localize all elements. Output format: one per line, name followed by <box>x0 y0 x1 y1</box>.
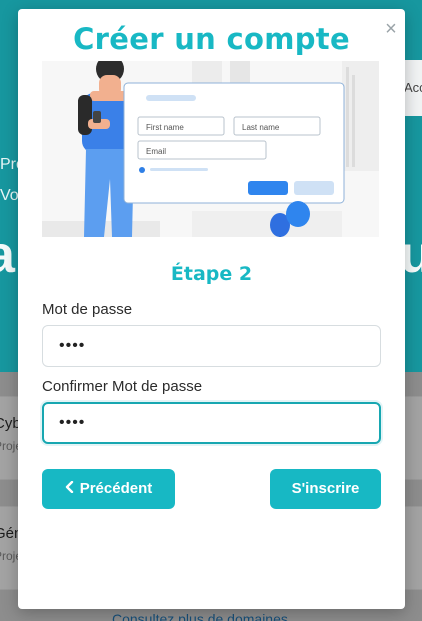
previous-button[interactable]: Précédent <box>42 469 175 509</box>
more-domains-link[interactable]: Consultez plus de domaines <box>112 611 288 621</box>
chevron-left-icon <box>65 469 74 509</box>
signup-illustration: First name Last name Email <box>42 61 379 237</box>
signup-button[interactable]: S'inscrire <box>270 469 381 509</box>
previous-button-label: Précédent <box>79 480 153 497</box>
illustration-email: Email <box>146 147 166 156</box>
confirm-password-field[interactable]: •••• <box>42 402 381 444</box>
close-icon[interactable]: × <box>382 18 400 40</box>
password-label: Mot de passe <box>42 301 133 318</box>
illustration-firstname: First name <box>146 123 184 132</box>
step-title: Étape 2 <box>170 263 253 285</box>
modal-title: Créer un compte <box>73 22 350 56</box>
confirm-password-label: Confirmer Mot de passe <box>42 378 203 395</box>
illustration-lastname: Last name <box>242 123 280 132</box>
signup-modal: Créer un compte × First name Last name E… <box>18 9 405 609</box>
hero-heading: a <box>0 226 15 284</box>
password-field[interactable]: •••• <box>42 325 381 367</box>
